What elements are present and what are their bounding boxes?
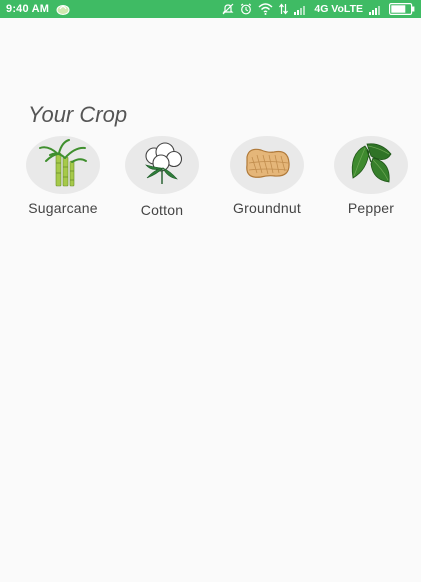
status-time: 9:40 AM xyxy=(6,3,50,15)
crop-label: Sugarcane xyxy=(28,200,98,216)
crop-avatar xyxy=(125,136,199,194)
crop-avatar xyxy=(334,136,408,194)
pepper-icon xyxy=(347,140,395,191)
status-bar: 9:40 AM 4G VoLTE xyxy=(0,0,421,18)
signal-icon xyxy=(294,4,308,15)
crop-item-sugarcane[interactable]: Sugarcane xyxy=(13,136,113,216)
crop-avatar xyxy=(26,136,100,194)
battery-icon xyxy=(389,3,415,15)
crop-label: Cotton xyxy=(140,202,184,218)
crop-item-cotton[interactable]: Cotton xyxy=(112,136,212,218)
crop-list: Sugarcane Cotton Groundnut Pepper xyxy=(0,136,421,226)
crop-item-pepper[interactable]: Pepper xyxy=(321,136,421,216)
app-notification-icon xyxy=(56,2,70,16)
signal-icon xyxy=(369,4,383,15)
wifi-icon xyxy=(258,3,273,15)
section-title: Your Crop xyxy=(28,102,128,127)
network-type-label: 4G VoLTE xyxy=(314,3,363,15)
sugarcane-icon xyxy=(38,138,88,192)
crop-label: Groundnut xyxy=(233,200,301,216)
cotton-icon xyxy=(137,141,187,190)
crop-item-groundnut[interactable]: Groundnut xyxy=(217,136,317,216)
crop-avatar xyxy=(230,136,304,194)
crop-label: Pepper xyxy=(347,200,395,216)
mute-icon xyxy=(222,3,234,15)
groundnut-icon xyxy=(241,143,293,188)
data-transfer-icon xyxy=(279,3,289,15)
alarm-icon xyxy=(240,3,252,15)
